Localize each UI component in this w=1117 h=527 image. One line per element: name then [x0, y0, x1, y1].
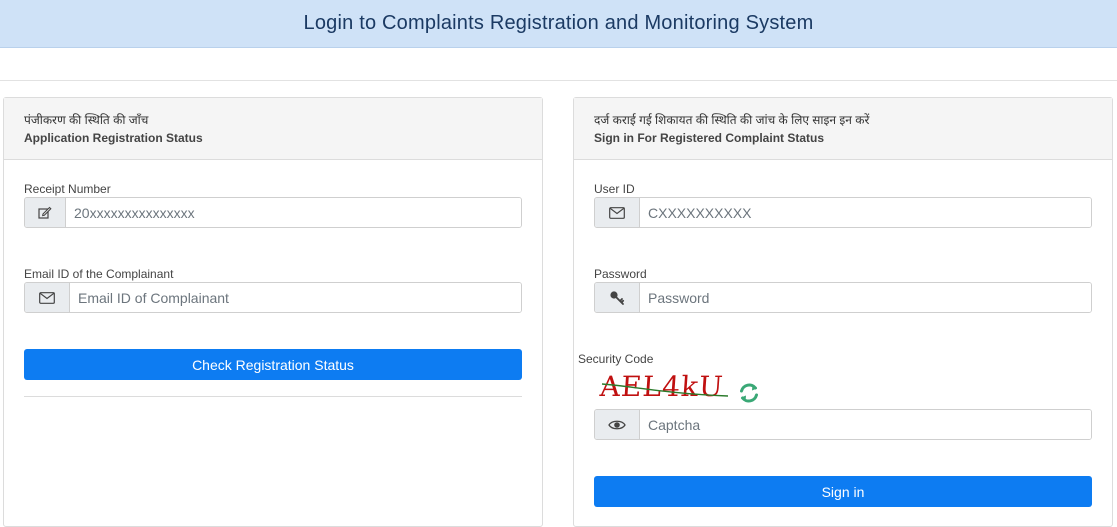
captcha-input[interactable] — [640, 410, 1091, 439]
user-id-label: User ID — [594, 182, 635, 196]
sign-in-button[interactable]: Sign in — [594, 476, 1092, 507]
page-title: Login to Complaints Registration and Mon… — [303, 12, 814, 34]
envelope-icon — [595, 198, 640, 227]
envelope-icon — [25, 283, 70, 312]
password-label: Password — [594, 267, 647, 281]
receipt-number-group — [24, 197, 522, 228]
sign-in-card: दर्ज कराई गई शिकायत की स्थिति की जांच के… — [573, 97, 1113, 527]
user-id-input[interactable] — [640, 198, 1091, 227]
registration-status-card: पंजीकरण की स्थिति की जाँच Application Re… — [3, 97, 543, 527]
email-label: Email ID of the Complainant — [24, 267, 174, 281]
email-input[interactable] — [70, 283, 521, 312]
sign-in-title-english: Sign in For Registered Complaint Status — [594, 131, 825, 145]
key-icon — [595, 283, 640, 312]
page-header: Login to Complaints Registration and Mon… — [0, 0, 1117, 48]
header-divider — [0, 80, 1117, 81]
check-registration-status-button[interactable]: Check Registration Status — [24, 349, 522, 380]
receipt-number-label: Receipt Number — [24, 182, 111, 196]
email-group — [24, 282, 522, 313]
password-input[interactable] — [640, 283, 1091, 312]
registration-status-title-english: Application Registration Status — [24, 131, 203, 145]
registration-status-card-header: पंजीकरण की स्थिति की जाँच Application Re… — [4, 98, 542, 160]
user-id-group — [594, 197, 1092, 228]
edit-icon — [25, 198, 66, 227]
password-group — [594, 282, 1092, 313]
sign-in-title-hindi: दर्ज कराई गई शिकायत की स्थिति की जांच के… — [594, 113, 870, 127]
receipt-number-input[interactable] — [66, 198, 521, 227]
sign-in-card-header: दर्ज कराई गई शिकायत की स्थिति की जांच के… — [574, 98, 1112, 160]
eye-icon — [595, 410, 640, 439]
form-divider — [24, 396, 522, 397]
captcha-group — [594, 409, 1092, 440]
registration-status-title-hindi: पंजीकरण की स्थिति की जाँच — [24, 113, 149, 127]
captcha-image: AEL4kU — [599, 370, 730, 406]
refresh-icon[interactable] — [736, 380, 762, 406]
security-code-label: Security Code — [578, 352, 654, 366]
